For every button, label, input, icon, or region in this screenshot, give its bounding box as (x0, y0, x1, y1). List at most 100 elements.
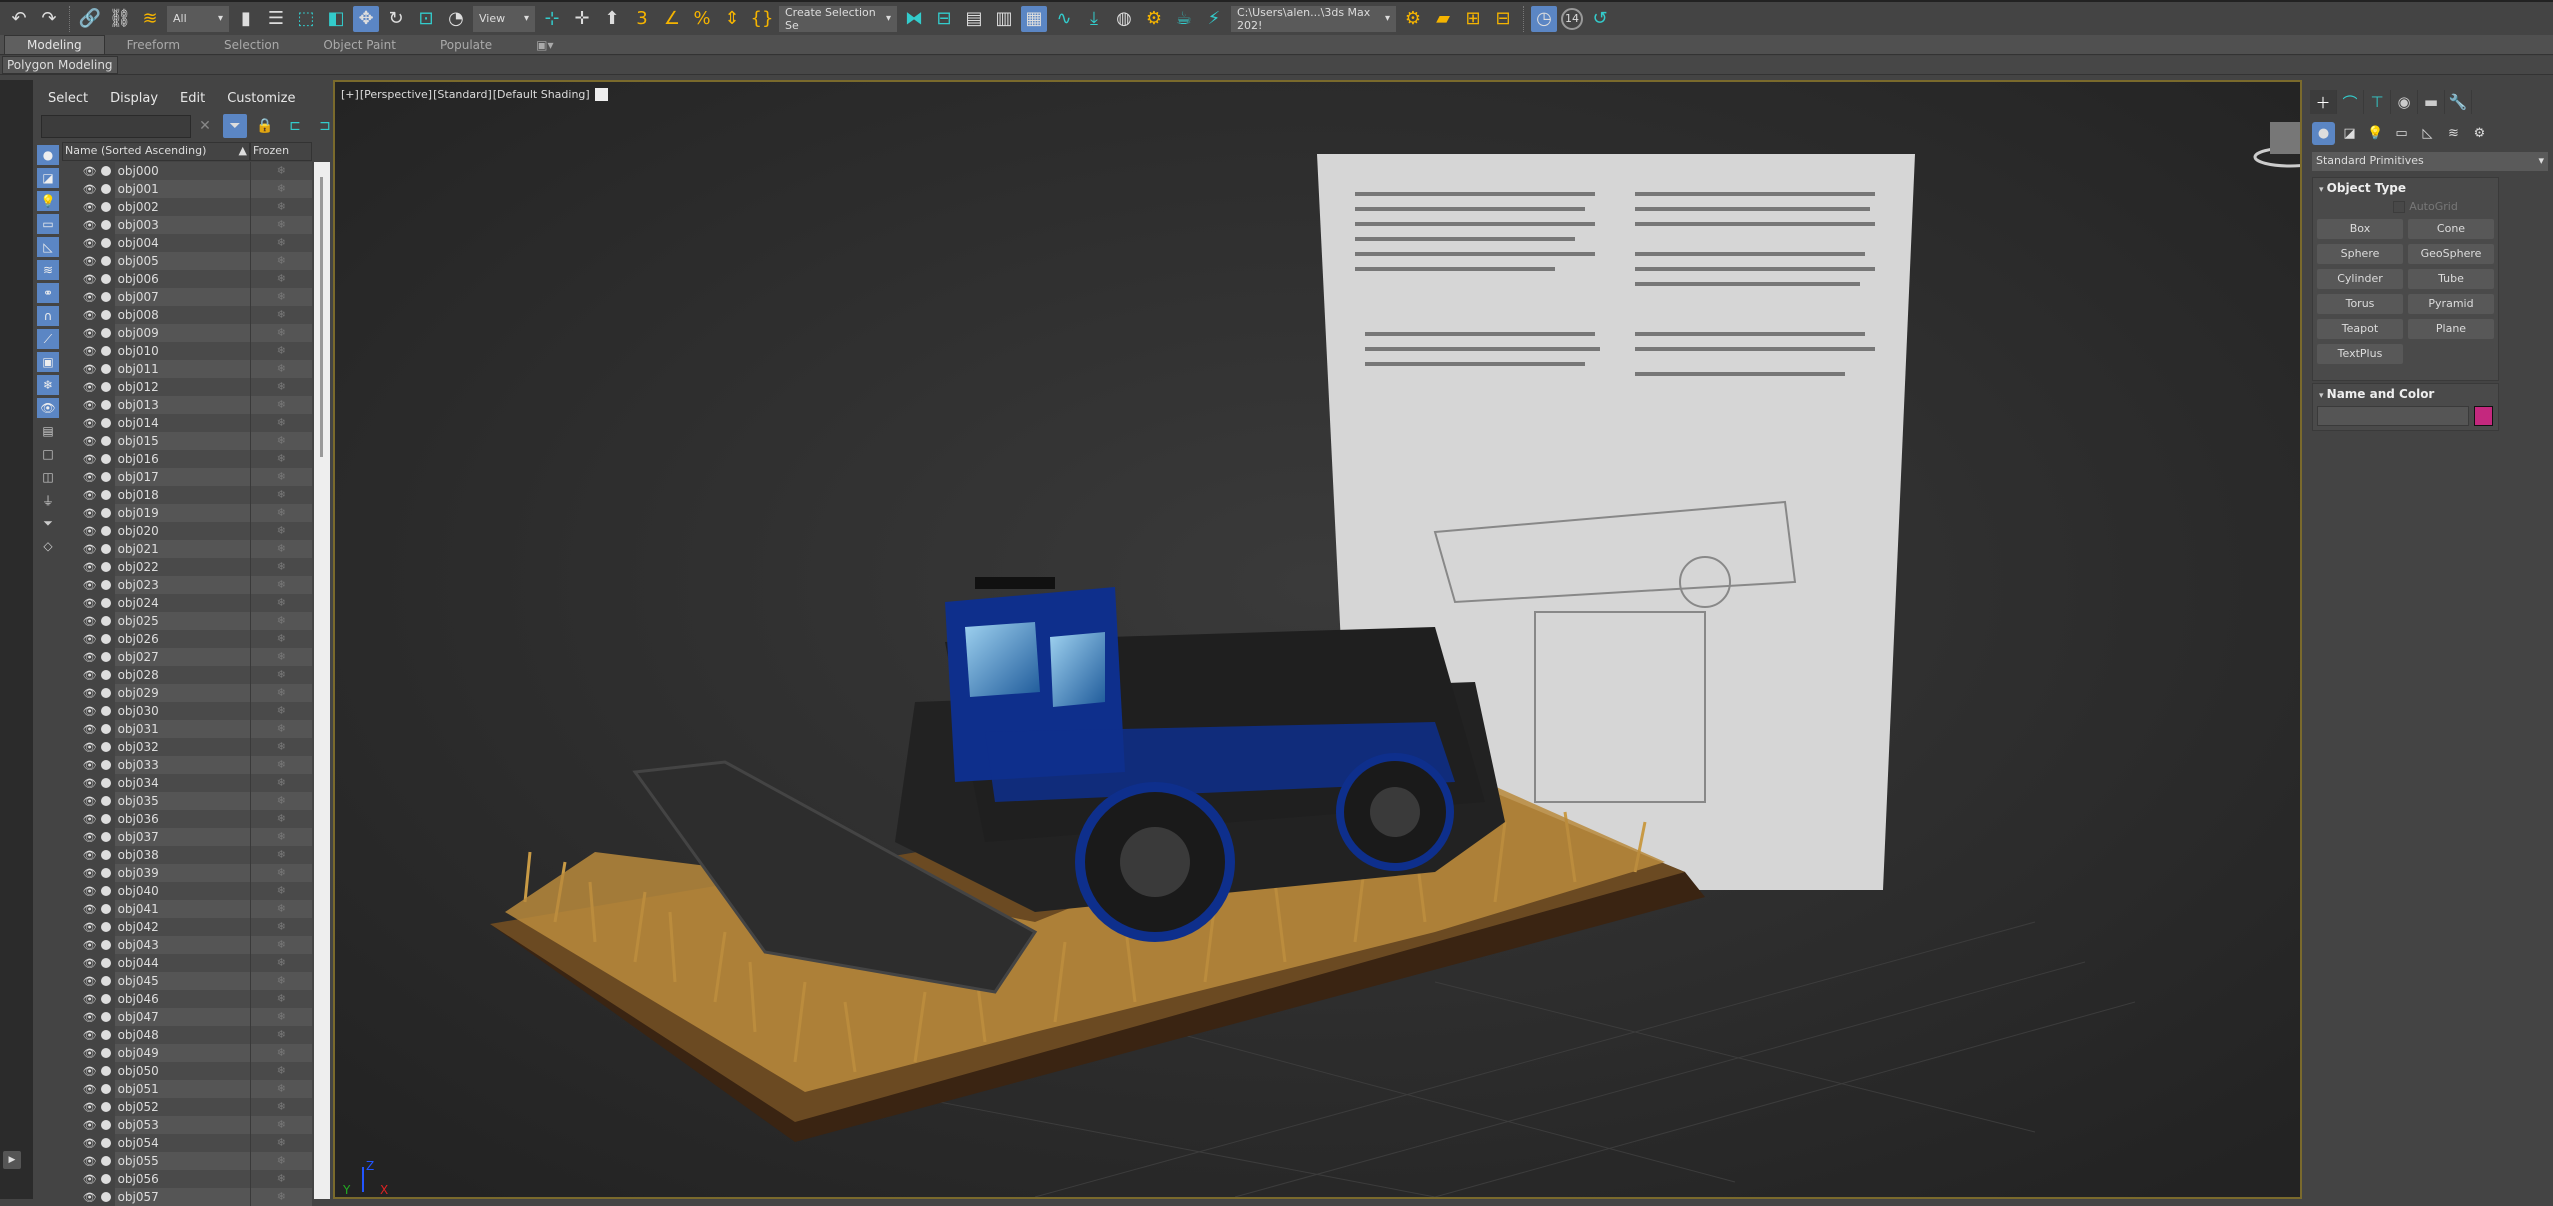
selection-filter-dropdown[interactable]: All (167, 5, 229, 32)
object-name[interactable]: obj029 (114, 684, 251, 702)
list-item[interactable]: 👁 obj017 ❄ (62, 468, 312, 486)
eye-icon[interactable]: 👁 (83, 849, 97, 862)
render-toggle-icon[interactable] (100, 994, 111, 1004)
filter-settings-icon[interactable]: ⏚ (37, 490, 59, 510)
render-toggle-icon[interactable] (100, 1084, 111, 1094)
eye-icon[interactable]: 👁 (83, 165, 97, 178)
viewport-shading-menu[interactable]: [Default Shading] (493, 88, 590, 101)
render-toggle-icon[interactable] (100, 328, 111, 338)
eye-icon[interactable]: 👁 (83, 795, 97, 808)
box-button[interactable]: Box (2317, 219, 2403, 239)
version-badge[interactable]: 14 (1561, 7, 1583, 30)
geometry-category-icon[interactable]: ● (2312, 122, 2335, 145)
render-toggle-icon[interactable] (100, 1138, 111, 1148)
snowflake-icon[interactable]: ❄ (250, 1044, 312, 1062)
eye-icon[interactable]: 👁 (83, 1047, 97, 1060)
list-item[interactable]: 👁 obj018 ❄ (62, 486, 312, 504)
angle-snap-icon[interactable]: ∠ (659, 6, 685, 32)
eye-icon[interactable]: 👁 (83, 1119, 97, 1132)
systems-category-icon[interactable]: ⚙ (2468, 122, 2491, 145)
render-toggle-icon[interactable] (100, 850, 111, 860)
eye-icon[interactable]: 👁 (83, 813, 97, 826)
list-item[interactable]: 👁 obj028 ❄ (62, 666, 312, 684)
utilities-tab-icon[interactable]: 🔧 (2445, 90, 2472, 114)
render-toggle-icon[interactable] (100, 508, 111, 518)
object-name[interactable]: obj022 (114, 558, 251, 576)
eye-icon[interactable]: 👁 (83, 399, 97, 412)
render-setup-icon[interactable]: ⚙ (1141, 6, 1167, 32)
tab-selection[interactable]: Selection (202, 35, 301, 54)
tab-modeling[interactable]: Modeling (4, 35, 105, 54)
object-name[interactable]: obj056 (114, 1170, 251, 1188)
eye-icon[interactable]: 👁 (83, 381, 97, 394)
object-name[interactable]: obj034 (114, 774, 251, 792)
placement-icon[interactable]: ◔ (443, 6, 469, 32)
snowflake-icon[interactable]: ❄ (250, 756, 312, 774)
render-toggle-icon[interactable] (100, 292, 111, 302)
object-name[interactable]: obj048 (114, 1026, 251, 1044)
geometry-filter-icon[interactable]: ● (37, 145, 59, 165)
object-name[interactable]: obj057 (114, 1188, 251, 1206)
list-item[interactable]: 👁 obj008 ❄ (62, 306, 312, 324)
object-name[interactable]: obj032 (114, 738, 251, 756)
render-toggle-icon[interactable] (100, 688, 111, 698)
render-toggle-icon[interactable] (100, 1156, 111, 1166)
snowflake-icon[interactable]: ❄ (250, 234, 312, 252)
render-toggle-icon[interactable] (100, 670, 111, 680)
project-folder-icon[interactable]: ▰ (1430, 6, 1456, 32)
render-toggle-icon[interactable] (100, 976, 111, 986)
modify-tab-icon[interactable]: ⌒ (2337, 90, 2364, 114)
name-and-color-title[interactable]: Name and Color (2313, 384, 2498, 404)
viewport-general-menu[interactable]: [+] (341, 88, 359, 101)
rectangular-selection-icon[interactable]: ⬚ (293, 6, 319, 32)
eye-icon[interactable]: 👁 (83, 345, 97, 358)
render-toggle-icon[interactable] (100, 778, 111, 788)
textplus-button[interactable]: TextPlus (2317, 344, 2403, 364)
object-name[interactable]: obj006 (114, 270, 251, 288)
list-item[interactable]: 👁 obj055 ❄ (62, 1152, 312, 1170)
project-path-dropdown[interactable]: C:\Users\alen...\3ds Max 202! (1231, 5, 1396, 32)
polygon-modeling-panel[interactable]: Polygon Modeling (2, 56, 118, 74)
render-toggle-icon[interactable] (100, 346, 111, 356)
ribbon-toggle-icon[interactable]: ▦ (1021, 5, 1047, 32)
snowflake-icon[interactable]: ❄ (250, 1062, 312, 1080)
snowflake-icon[interactable]: ❄ (250, 738, 312, 756)
layer-explorer-icon[interactable]: ▥ (991, 6, 1017, 32)
list-item[interactable]: 👁 obj016 ❄ (62, 450, 312, 468)
object-name[interactable]: obj013 (114, 396, 251, 414)
object-name[interactable]: obj041 (114, 900, 251, 918)
eye-icon[interactable]: 👁 (83, 363, 97, 376)
eye-icon[interactable]: 👁 (83, 687, 97, 700)
snowflake-icon[interactable]: ❄ (250, 846, 312, 864)
snowflake-icon[interactable]: ❄ (250, 324, 312, 342)
render-toggle-icon[interactable] (100, 904, 111, 914)
object-name[interactable]: obj017 (114, 468, 251, 486)
object-name[interactable]: obj039 (114, 864, 251, 882)
snowflake-icon[interactable]: ❄ (250, 864, 312, 882)
render-toggle-icon[interactable] (100, 400, 111, 410)
object-name[interactable]: obj054 (114, 1134, 251, 1152)
eye-icon[interactable]: 👁 (83, 327, 97, 340)
list-item[interactable]: 👁 obj000 ❄ (62, 162, 312, 180)
eye-icon[interactable]: 👁 (83, 489, 97, 502)
undo-icon[interactable]: ↶ (6, 6, 32, 32)
lights-category-icon[interactable]: 💡 (2364, 122, 2387, 145)
snowflake-icon[interactable]: ❄ (250, 792, 312, 810)
list-item[interactable]: 👁 obj029 ❄ (62, 684, 312, 702)
object-name[interactable]: obj003 (114, 216, 251, 234)
object-name[interactable]: obj045 (114, 972, 251, 990)
render-toggle-icon[interactable] (100, 220, 111, 230)
reference-coordinate-dropdown[interactable]: View (473, 5, 535, 32)
list-item[interactable]: 👁 obj035 ❄ (62, 792, 312, 810)
render-toggle-icon[interactable] (100, 832, 111, 842)
snowflake-icon[interactable]: ❄ (250, 540, 312, 558)
list-item[interactable]: 👁 obj004 ❄ (62, 234, 312, 252)
eye-icon[interactable]: 👁 (83, 579, 97, 592)
object-name[interactable]: obj012 (114, 378, 251, 396)
object-name[interactable]: obj046 (114, 990, 251, 1008)
render-toggle-icon[interactable] (100, 364, 111, 374)
refresh-icon[interactable]: ↺ (1587, 6, 1613, 32)
tab-object-paint[interactable]: Object Paint (301, 35, 418, 54)
render-toggle-icon[interactable] (100, 562, 111, 572)
list-item[interactable]: 👁 obj036 ❄ (62, 810, 312, 828)
